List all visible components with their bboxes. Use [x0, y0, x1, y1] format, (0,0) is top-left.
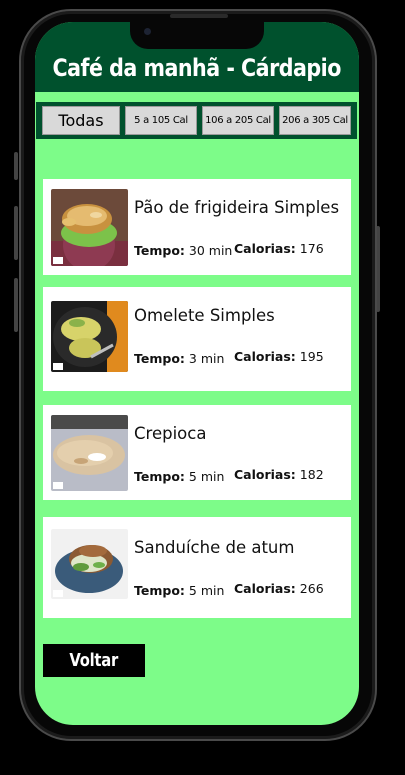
volume-up-button: [14, 206, 18, 260]
recipe-calories: Calorias: 176: [234, 241, 324, 256]
silent-switch: [14, 152, 18, 180]
recipe-card[interactable]: Omelete Simples Tempo: 3 min Calorias: 1…: [43, 287, 351, 391]
recipe-calories: Calorias: 195: [234, 349, 324, 364]
back-button[interactable]: Voltar: [43, 644, 145, 677]
recipe-name: Sanduíche de atum: [134, 538, 295, 557]
calories-label: Calorias:: [234, 581, 296, 596]
time-value: 3 min: [188, 351, 225, 366]
filter-206-305-button[interactable]: 206 a 305 Cal: [279, 106, 351, 135]
recipe-card[interactable]: Crepioca Tempo: 5 min Calorias: 182: [43, 405, 351, 500]
time-value: 5 min: [188, 469, 225, 484]
calories-value: 266: [299, 581, 324, 596]
filter-5-105-button[interactable]: 5 a 105 Cal: [125, 106, 197, 135]
calories-value: 176: [299, 241, 324, 256]
speaker-grille: [170, 14, 228, 18]
omelette-photo-icon: [51, 301, 128, 372]
calories-value: 182: [299, 467, 324, 482]
calorie-filter-bar: Todas 5 a 105 Cal 106 a 205 Cal 206 a 30…: [36, 102, 357, 139]
recipe-name: Omelete Simples: [134, 306, 275, 325]
time-value: 30 min: [188, 243, 233, 258]
app-screen: Café da manhã - Cárdapio Todas 5 a 105 C…: [35, 22, 359, 725]
recipe-card[interactable]: Pão de frigideira Simples Tempo: 30 min …: [43, 179, 351, 275]
calories-label: Calorias:: [234, 241, 296, 256]
calories-value: 195: [299, 349, 324, 364]
time-label: Tempo:: [134, 243, 185, 258]
recipe-time: Tempo: 30 min: [134, 243, 232, 258]
toasted-sandwich-photo-icon: [51, 189, 128, 266]
time-value: 5 min: [188, 583, 225, 598]
phone-notch: [130, 22, 264, 49]
recipe-calories: Calorias: 182: [234, 467, 324, 482]
recipe-time: Tempo: 5 min: [134, 469, 224, 484]
crepioca-photo-icon: [51, 415, 128, 491]
calories-label: Calorias:: [234, 467, 296, 482]
volume-down-button: [14, 278, 18, 332]
recipe-name: Pão de frigideira Simples: [134, 198, 340, 217]
recipe-name: Crepioca: [134, 424, 207, 443]
tuna-sandwich-photo-icon: [51, 529, 128, 599]
filter-all-button[interactable]: Todas: [42, 106, 120, 135]
calories-label: Calorias:: [234, 349, 296, 364]
page-title: Café da manhã - Cárdapio: [52, 54, 342, 82]
recipe-time: Tempo: 5 min: [134, 583, 224, 598]
time-label: Tempo:: [134, 351, 185, 366]
time-label: Tempo:: [134, 583, 185, 598]
recipe-card[interactable]: Sanduíche de atum Tempo: 5 min Calorias:…: [43, 517, 351, 618]
back-button-label: Voltar: [69, 650, 119, 671]
filter-106-205-button[interactable]: 106 a 205 Cal: [202, 106, 274, 135]
time-label: Tempo:: [134, 469, 185, 484]
recipe-calories: Calorias: 266: [234, 581, 324, 596]
camera-icon: [144, 28, 151, 35]
recipe-time: Tempo: 3 min: [134, 351, 224, 366]
